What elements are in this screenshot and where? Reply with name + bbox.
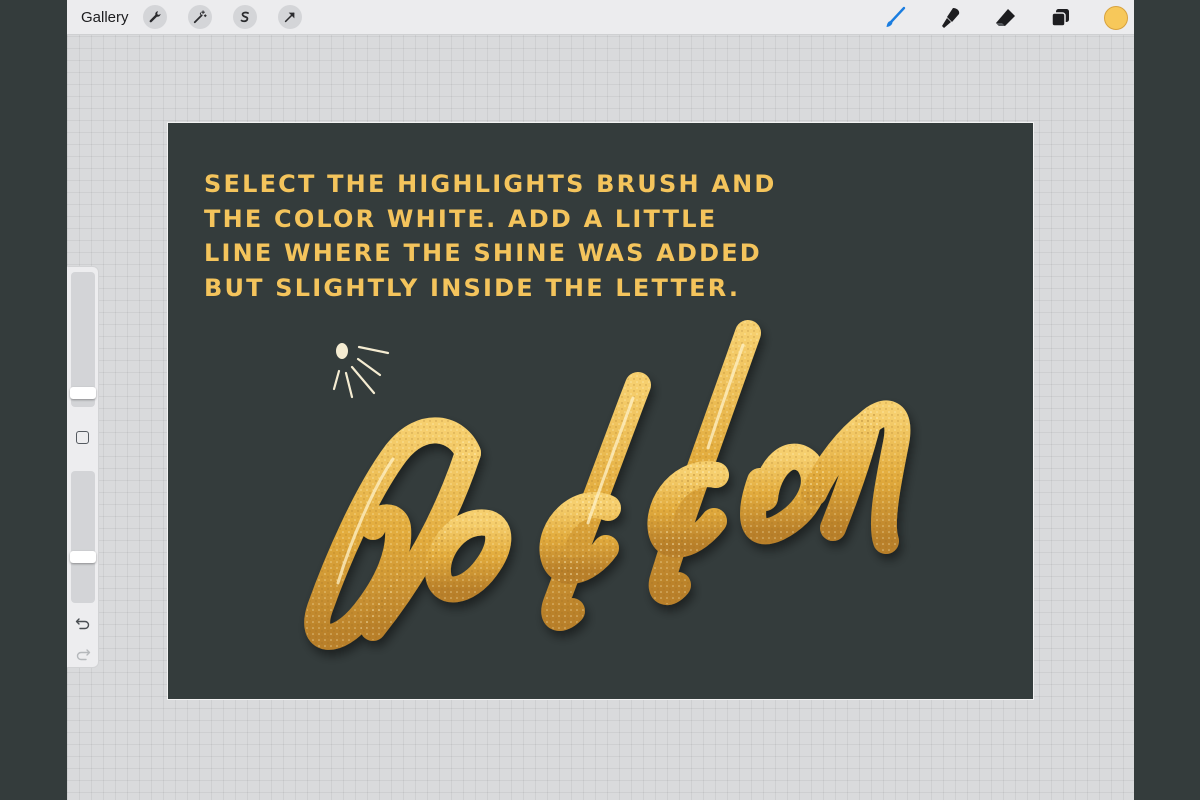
top-toolbar: Gallery: [67, 0, 1134, 35]
lettering-artwork: [304, 320, 911, 650]
eraser-icon[interactable]: [993, 5, 1019, 31]
gallery-button[interactable]: Gallery: [81, 9, 129, 26]
wrench-icon: [149, 11, 161, 23]
drawing-canvas[interactable]: SELECT THE HIGHLIGHTS BRUSH AND THE COLO…: [167, 122, 1034, 700]
undo-icon[interactable]: [74, 614, 92, 632]
adjustments-button[interactable]: [188, 5, 212, 29]
transform-button[interactable]: [278, 5, 302, 29]
brush-size-slider[interactable]: [70, 272, 96, 407]
opacity-handle[interactable]: [70, 551, 96, 563]
modify-button[interactable]: [76, 431, 89, 444]
sparkle-icon: [332, 343, 390, 399]
selection-button[interactable]: [233, 5, 257, 29]
smudge-icon[interactable]: [938, 5, 964, 31]
layers-icon[interactable]: [1048, 5, 1074, 31]
golden-lettering: [304, 320, 911, 650]
redo-icon[interactable]: [74, 645, 92, 663]
magic-wand-icon: [193, 10, 207, 24]
actions-button[interactable]: [143, 5, 167, 29]
left-sidebar: [67, 266, 99, 668]
transform-arrow-icon: [284, 12, 295, 23]
color-picker-button[interactable]: [1104, 6, 1128, 30]
brush-size-handle[interactable]: [70, 387, 96, 399]
opacity-slider[interactable]: [70, 471, 96, 603]
brush-icon[interactable]: [882, 5, 908, 31]
selection-icon: [240, 11, 249, 23]
